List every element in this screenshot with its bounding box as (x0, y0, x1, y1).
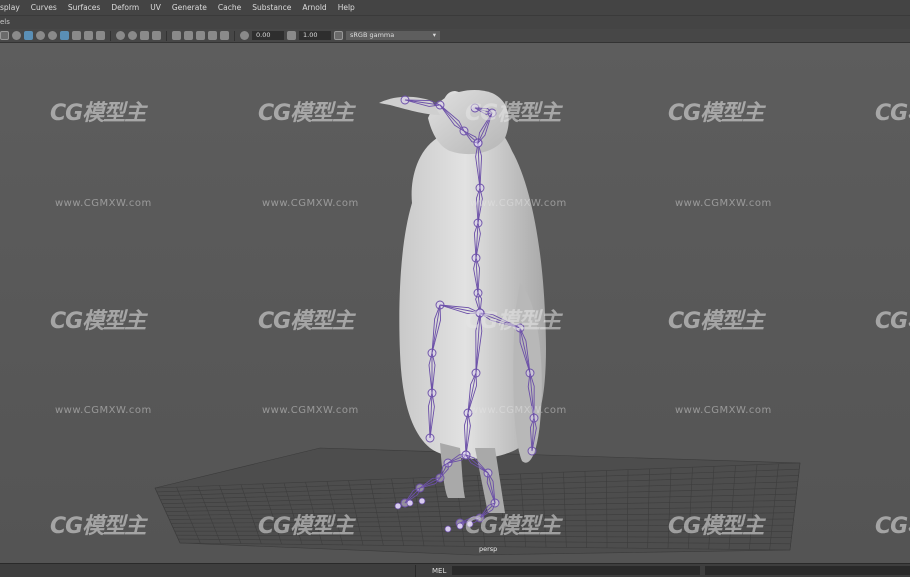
shadow-icon[interactable] (96, 31, 105, 40)
watermark-logo: CG模型主 (50, 514, 146, 539)
watermark-url: www.CGMXW.com (470, 405, 567, 416)
command-line-bar: MEL (0, 563, 910, 577)
watermark-logo: CG模型主 (875, 309, 910, 334)
antialias-icon[interactable] (140, 31, 149, 40)
film-gate-icon[interactable] (196, 31, 205, 40)
exposure-field[interactable]: 0.00 (252, 31, 284, 40)
watermark-url: www.CGMXW.com (55, 405, 152, 416)
watermark-logo: CG模型主 (875, 514, 910, 539)
color-space-dropdown[interactable]: sRGB gamma ▾ (346, 31, 440, 40)
shaded-wireframe-icon[interactable] (24, 31, 33, 40)
toolbar-divider (110, 30, 111, 41)
watermark-url: www.CGMXW.com (55, 198, 152, 209)
watermark-logo: CG模型主 (668, 514, 764, 539)
color-space-label: sRGB gamma (350, 31, 395, 39)
gamma-icon[interactable] (287, 31, 296, 40)
chevron-down-icon: ▾ (432, 31, 436, 39)
menu-item-curves[interactable]: Curves (31, 3, 57, 12)
xray-icon[interactable] (72, 31, 81, 40)
menu-item-cache[interactable]: Cache (218, 3, 241, 12)
menu-item-display[interactable]: splay (0, 3, 20, 12)
panel-menu-bar: els (0, 16, 910, 29)
gamma-field[interactable]: 1.00 (299, 31, 331, 40)
watermark-logo: CG模型主 (875, 101, 910, 126)
menu-item-generate[interactable]: Generate (172, 3, 207, 12)
command-language-toggle[interactable]: MEL (432, 567, 446, 575)
ambient-occlusion-icon[interactable] (116, 31, 125, 40)
isolate-icon[interactable] (60, 31, 69, 40)
watermark-logo: CG模型主 (465, 514, 561, 539)
hud-icon[interactable] (220, 31, 229, 40)
menu-item-help[interactable]: Help (338, 3, 355, 12)
viewport-toolbar: 0.00 1.00 sRGB gamma ▾ (0, 29, 910, 43)
grid-toggle-icon[interactable] (208, 31, 217, 40)
exposure-icon[interactable] (240, 31, 249, 40)
perspective-viewport[interactable]: CG模型主 CG模型主 CG模型主 CG模型主 CG模型主 www.CGMXW.… (0, 43, 910, 563)
smooth-shade-icon[interactable] (12, 31, 21, 40)
watermark-logo: CG模型主 (465, 309, 561, 334)
light-bulb-icon[interactable] (84, 31, 93, 40)
watermark-logo: CG模型主 (258, 101, 354, 126)
menu-item-arnold[interactable]: Arnold (302, 3, 326, 12)
command-input[interactable] (452, 566, 700, 575)
camera-name-label: persp (479, 545, 498, 553)
command-result-field (705, 566, 910, 575)
watermark-url: www.CGMXW.com (262, 405, 359, 416)
penguin-mesh (379, 90, 546, 513)
watermark-logo: CG模型主 (668, 309, 764, 334)
watermark-url: www.CGMXW.com (470, 198, 567, 209)
watermark-logo: CG模型主 (668, 101, 764, 126)
panel-menu-item-panels[interactable]: els (0, 18, 10, 26)
watermark-logo: CG模型主 (258, 514, 354, 539)
watermark-url: www.CGMXW.com (675, 198, 772, 209)
watermark-logo: CG模型主 (465, 101, 561, 126)
menu-item-substance[interactable]: Substance (252, 3, 291, 12)
main-menu-bar: splay Curves Surfaces Deform UV Generate… (0, 0, 910, 16)
cursor-icon[interactable] (172, 31, 181, 40)
watermark-url: www.CGMXW.com (675, 405, 772, 416)
motion-blur-icon[interactable] (128, 31, 137, 40)
color-management-icon[interactable] (334, 31, 343, 40)
menu-item-deform[interactable]: Deform (111, 3, 139, 12)
command-line-divider (415, 565, 416, 577)
watermark-url: www.CGMXW.com (262, 198, 359, 209)
toolbar-divider (234, 30, 235, 41)
watermark-logo: CG模型主 (50, 101, 146, 126)
watermark-logo: CG模型主 (258, 309, 354, 334)
depth-of-field-icon[interactable] (152, 31, 161, 40)
toolbar-divider (166, 30, 167, 41)
wireframe-icon[interactable] (0, 31, 9, 40)
menu-item-surfaces[interactable]: Surfaces (68, 3, 100, 12)
watermark-logo: CG模型主 (50, 309, 146, 334)
textured-icon[interactable] (36, 31, 45, 40)
lights-icon[interactable] (48, 31, 57, 40)
camera-icon[interactable] (184, 31, 193, 40)
menu-item-uv[interactable]: UV (150, 3, 161, 12)
